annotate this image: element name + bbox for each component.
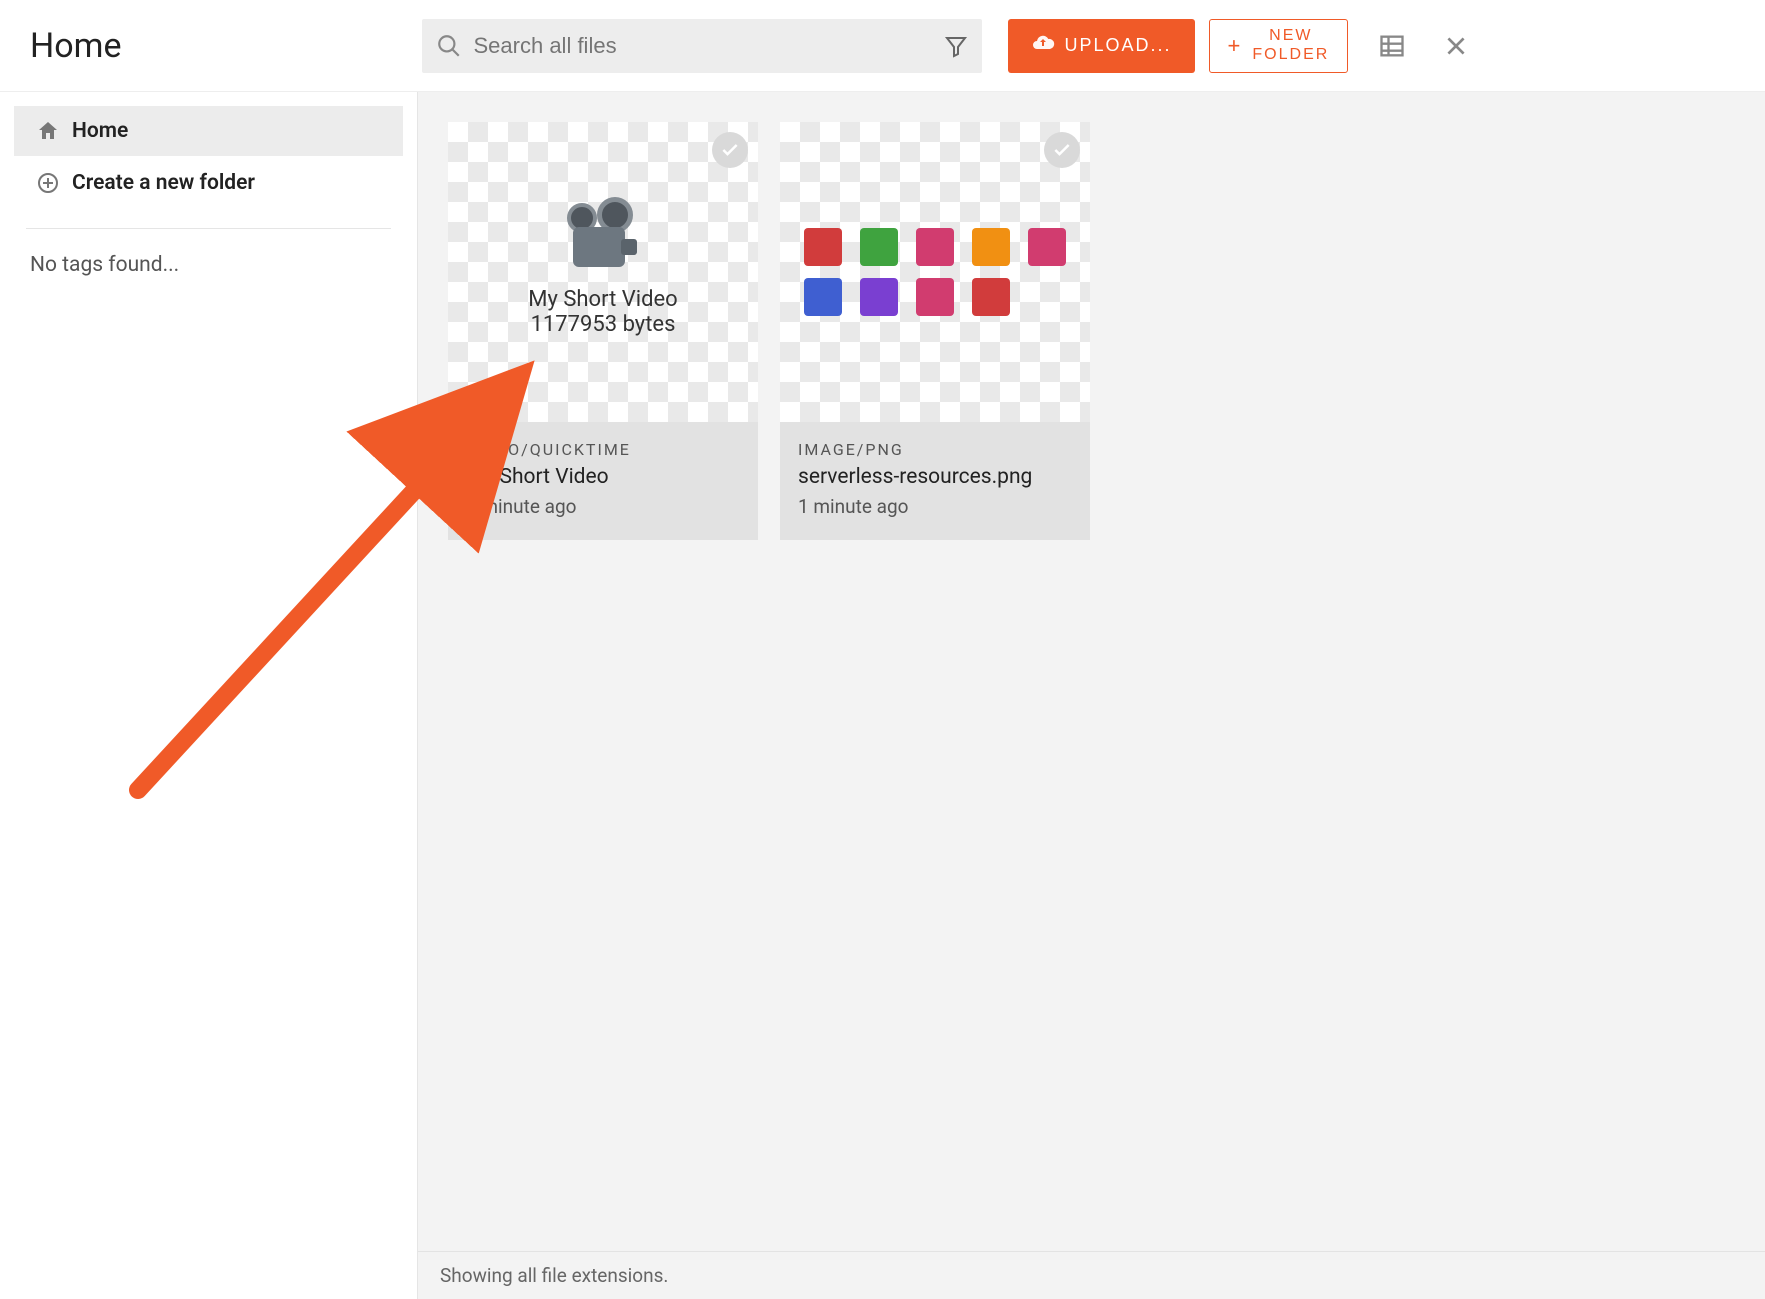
no-tags-text: No tags found... xyxy=(0,253,417,277)
upload-label: UPLOAD... xyxy=(1065,35,1172,56)
projector-icon xyxy=(563,207,643,277)
file-thumbnail[interactable]: My Short Video 1177953 bytes xyxy=(448,122,758,422)
aws-services-icon xyxy=(804,228,1066,316)
select-check-icon[interactable] xyxy=(1044,132,1080,168)
search-icon xyxy=(436,33,462,59)
upload-button[interactable]: UPLOAD... xyxy=(1008,19,1195,73)
file-meta: VIDEO/QUICKTIME My Short Video 1 minute … xyxy=(448,422,758,540)
file-grid: My Short Video 1177953 bytes VIDEO/QUICK… xyxy=(418,92,1765,1251)
sidebar-item-create-folder[interactable]: Create a new folder xyxy=(14,158,403,208)
plus-circle-icon xyxy=(36,171,60,195)
content-area: My Short Video 1177953 bytes VIDEO/QUICK… xyxy=(418,92,1765,1299)
new-folder-label: NEW FOLDER xyxy=(1252,27,1329,64)
status-bar: Showing all file extensions. xyxy=(418,1251,1765,1299)
list-view-icon[interactable] xyxy=(1372,26,1412,66)
header: Home UPLOAD... + NEW FOLDER xyxy=(0,0,1765,92)
file-meta: IMAGE/PNG serverless-resources.png 1 min… xyxy=(780,422,1090,540)
file-mime: VIDEO/QUICKTIME xyxy=(466,440,740,459)
main: Home Create a new folder No tags found..… xyxy=(0,92,1765,1299)
sidebar: Home Create a new folder No tags found..… xyxy=(0,92,418,1299)
sidebar-item-home[interactable]: Home xyxy=(14,106,403,156)
sidebar-item-label: Home xyxy=(72,119,128,143)
file-thumbnail[interactable] xyxy=(780,122,1090,422)
home-icon xyxy=(36,119,60,143)
plus-icon: + xyxy=(1228,33,1243,58)
filter-icon[interactable] xyxy=(944,34,968,58)
cloud-upload-icon xyxy=(1031,31,1055,60)
close-icon[interactable] xyxy=(1436,26,1476,66)
file-name: My Short Video xyxy=(466,465,740,489)
search-input[interactable] xyxy=(462,33,944,59)
select-check-icon[interactable] xyxy=(712,132,748,168)
thumb-bytes: 1177953 bytes xyxy=(531,312,676,337)
file-time: 1 minute ago xyxy=(466,495,740,518)
file-mime: IMAGE/PNG xyxy=(798,440,1072,459)
file-time: 1 minute ago xyxy=(798,495,1072,518)
status-text: Showing all file extensions. xyxy=(440,1264,668,1287)
file-name: serverless-resources.png xyxy=(798,465,1072,489)
divider xyxy=(26,228,391,229)
search-bar[interactable] xyxy=(422,19,982,73)
file-card[interactable]: IMAGE/PNG serverless-resources.png 1 min… xyxy=(780,122,1090,540)
file-card[interactable]: My Short Video 1177953 bytes VIDEO/QUICK… xyxy=(448,122,758,540)
new-folder-button[interactable]: + NEW FOLDER xyxy=(1209,19,1349,73)
thumb-title: My Short Video xyxy=(528,287,677,312)
page-title: Home xyxy=(30,26,122,66)
sidebar-item-label: Create a new folder xyxy=(72,171,255,195)
